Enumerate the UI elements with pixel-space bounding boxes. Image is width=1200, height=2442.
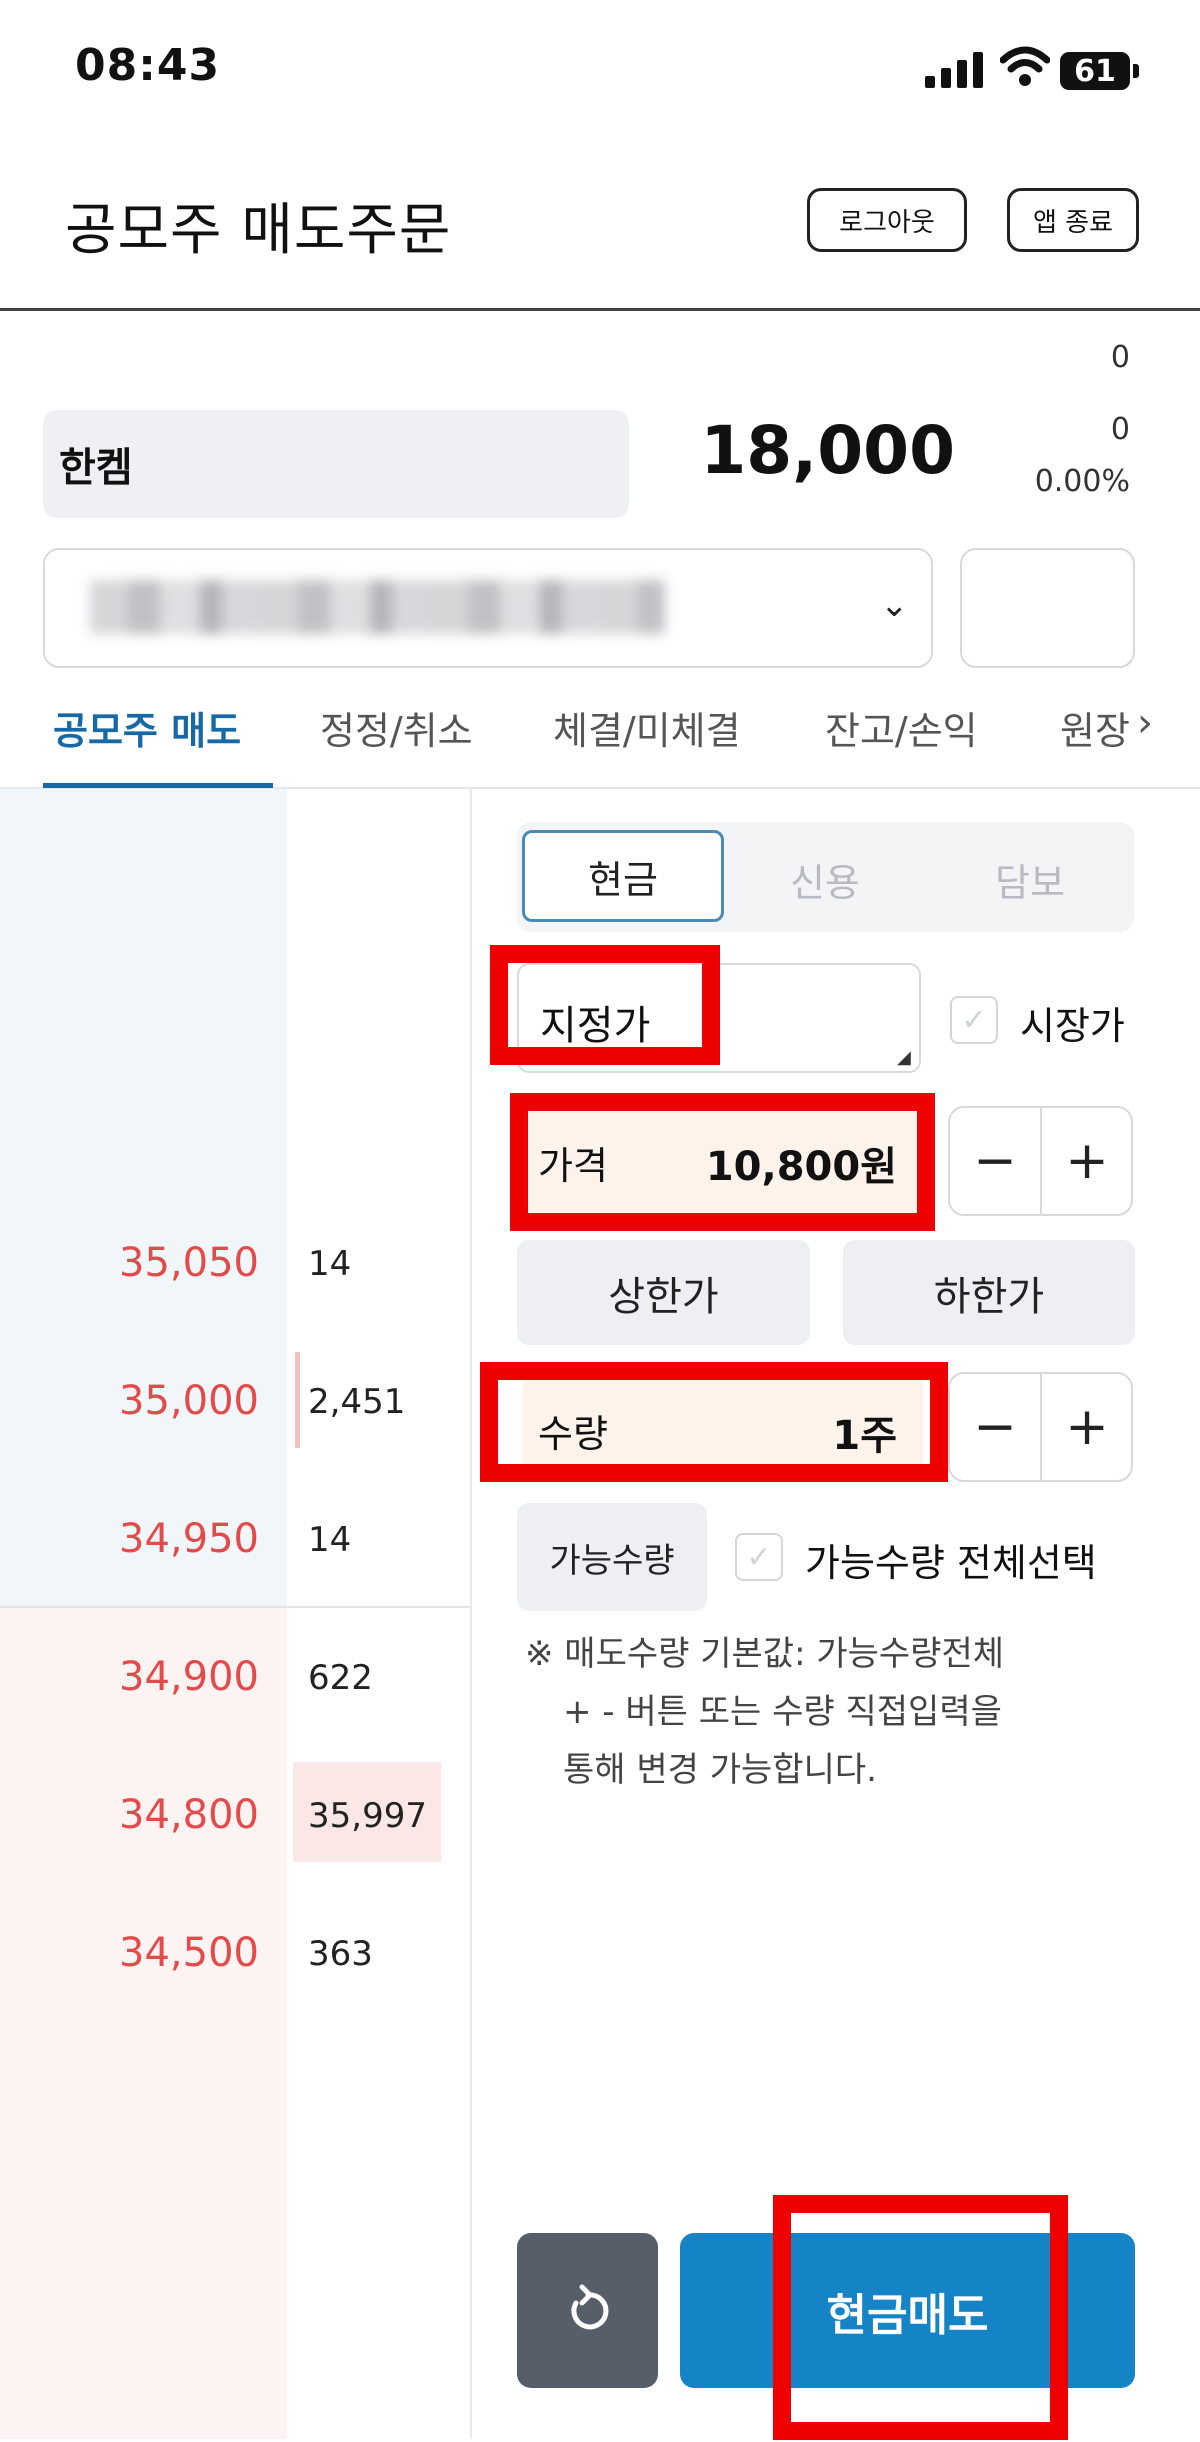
price-value: 10,800원: [705, 1144, 897, 1190]
price-plus-button[interactable]: +: [1042, 1108, 1132, 1214]
market-price-checkbox[interactable]: ✓: [950, 996, 998, 1044]
notice-line: 통해 변경 가능합니다.: [563, 1750, 877, 1790]
ask-area: [0, 789, 287, 1607]
account-number-redacted: [90, 580, 665, 634]
price-label: 가격: [538, 1144, 608, 1188]
cash-sell-button[interactable]: 현금매도: [680, 2233, 1135, 2388]
bid-price[interactable]: 34,500: [119, 1930, 259, 1976]
quantity-label: 수량: [538, 1412, 608, 1456]
bid-volume: 35,997: [308, 1796, 427, 1836]
upper-limit-button[interactable]: 상한가: [517, 1240, 810, 1345]
tab-executions[interactable]: 체결/미체결: [553, 700, 741, 755]
change-top: 0: [1110, 340, 1130, 375]
reset-icon: [571, 2284, 608, 2329]
tab-ipo-sell[interactable]: 공모주 매도: [53, 700, 241, 755]
volume-bar: [295, 1352, 300, 1448]
notice-line: + - 버튼 또는 수량 직접입력을: [563, 1692, 1002, 1732]
ask-price[interactable]: 35,000: [119, 1378, 259, 1424]
reset-button[interactable]: [517, 2233, 658, 2388]
ask-volume: 14: [308, 1520, 352, 1560]
status-time: 08:43: [75, 40, 221, 91]
battery-tip: [1133, 64, 1139, 78]
resize-grip-icon: ◢: [897, 1047, 911, 1068]
panel-divider: [470, 789, 472, 2439]
ask-volume: 2,451: [308, 1382, 406, 1422]
quantity-stepper: − +: [948, 1372, 1133, 1482]
bid-volume: 363: [308, 1934, 373, 1974]
tab-modify-cancel[interactable]: 정정/취소: [320, 700, 473, 755]
wifi-icon: [1000, 46, 1050, 86]
active-tab-underline: [43, 783, 273, 788]
orderbook-divider: [0, 1606, 470, 1608]
segment-cash[interactable]: 현금: [522, 830, 724, 922]
header-divider: [0, 308, 1200, 311]
price-change-pct: 0.00%: [1034, 464, 1130, 499]
chevron-right-icon[interactable]: ›: [1137, 700, 1153, 746]
bid-price[interactable]: 34,900: [119, 1654, 259, 1700]
select-all-qty-checkbox[interactable]: ✓: [735, 1533, 783, 1581]
price-stepper: − +: [948, 1106, 1133, 1216]
quantity-plus-button[interactable]: +: [1042, 1374, 1132, 1480]
ask-volume: 14: [308, 1244, 352, 1284]
ask-price[interactable]: 34,950: [119, 1516, 259, 1562]
bid-price[interactable]: 34,800: [119, 1792, 259, 1838]
price-minus-button[interactable]: −: [950, 1108, 1040, 1214]
notice-line: ※ 매도수량 기본값: 가능수량전체: [525, 1634, 1005, 1674]
segment-collateral[interactable]: 담보: [930, 833, 1130, 925]
quantity-notice: ※ 매도수량 기본값: 가능수량전체 + - 버튼 또는 수량 직접입력을 통해…: [525, 1625, 1004, 1799]
available-qty-button[interactable]: 가능수량: [517, 1503, 707, 1611]
battery-icon: 61: [1060, 52, 1130, 90]
segment-credit[interactable]: 신용: [725, 833, 925, 925]
tab-balance[interactable]: 잔고/손익: [825, 700, 978, 755]
chevron-down-icon[interactable]: ⌄: [880, 585, 909, 625]
quantity-minus-button[interactable]: −: [950, 1374, 1040, 1480]
exit-app-button[interactable]: 앱 종료: [1007, 188, 1139, 252]
stock-name-field[interactable]: 한켐: [43, 410, 629, 518]
market-price-label: 시장가: [1020, 1004, 1125, 1048]
ask-price[interactable]: 35,050: [119, 1240, 259, 1286]
bid-area: [0, 1607, 287, 2439]
logout-button[interactable]: 로그아웃: [807, 188, 967, 252]
signal-icon: [925, 52, 983, 88]
order-type-value: 지정가: [540, 1003, 651, 1049]
account-password-field[interactable]: [960, 548, 1135, 668]
lower-limit-button[interactable]: 하한가: [843, 1240, 1135, 1345]
price-change: 0: [1110, 412, 1130, 447]
current-price: 18,000: [700, 412, 955, 489]
quantity-value: 1주: [832, 1413, 897, 1459]
bid-volume: 622: [308, 1658, 373, 1698]
select-all-qty-label: 가능수량 전체선택: [805, 1541, 1097, 1585]
page-title: 공모주 매도주문: [65, 198, 452, 263]
tab-ledger[interactable]: 원장: [1060, 700, 1138, 755]
